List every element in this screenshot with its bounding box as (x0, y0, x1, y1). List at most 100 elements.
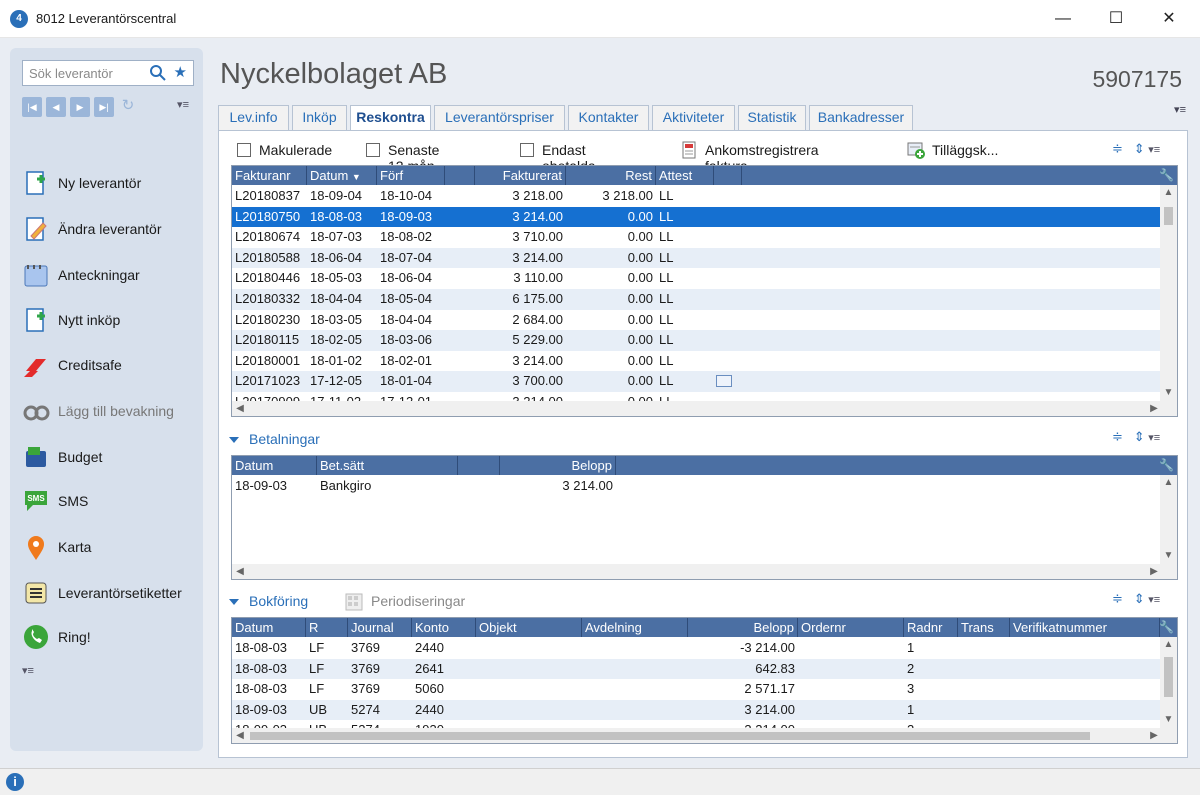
tab-bankadresser[interactable]: Bankadresser (809, 105, 913, 130)
col-trans[interactable]: Trans (958, 618, 1010, 637)
table-row[interactable]: L20171023 17-12-05 18-01-04 3 700.00 0.00 LL (232, 371, 1162, 392)
collapse-rows-icon[interactable]: ≑ (1112, 591, 1123, 606)
tab-aktiviteter[interactable]: Aktiviteter (652, 105, 735, 130)
scroll-up-arrow-icon[interactable]: ▲ (1160, 637, 1177, 653)
col-belopp[interactable]: Belopp (688, 618, 798, 637)
sidebar-item-ändra-leverantör[interactable]: Ändra leverantör (22, 212, 197, 246)
search-icon[interactable] (149, 64, 167, 82)
col-radnr[interactable]: Radnr (904, 618, 958, 637)
collapse-rows-icon[interactable]: ≑ (1112, 141, 1123, 156)
table-row[interactable]: L20180446 18-05-03 18-06-04 3 110.00 0.00 LL (232, 268, 1162, 289)
scroll-down-arrow-icon[interactable]: ▼ (1160, 712, 1177, 728)
col-r[interactable]: R (306, 618, 348, 637)
tab-inkop[interactable]: Inköp (292, 105, 347, 130)
scroll-right-arrow-icon[interactable]: ▶ (1146, 564, 1162, 579)
bokforing-section-toggle[interactable]: Bokföring (229, 593, 308, 609)
col-belopp[interactable]: Belopp (500, 456, 616, 475)
grid-settings-wrench-icon[interactable]: 🔧 (1159, 620, 1174, 634)
expand-rows-icon[interactable]: ⇕ (1134, 141, 1145, 156)
table-row[interactable]: 18-08-03 LF 3769 2641 642.83 2 (232, 658, 1162, 680)
minimize-button[interactable]: — (1040, 0, 1086, 38)
scroll-right-arrow-icon[interactable]: ▶ (1146, 728, 1162, 743)
sidebar-item-karta[interactable]: Karta (22, 530, 197, 564)
sidebar-item-anteckningar[interactable]: Anteckningar (22, 258, 197, 292)
tab-leverantorspriser[interactable]: Leverantörspriser (434, 105, 565, 130)
sidebar-item-ny-leverantör[interactable]: Ny leverantör (22, 166, 197, 200)
col-datum[interactable]: Datum (232, 456, 317, 475)
close-button[interactable]: ✕ (1146, 0, 1192, 38)
scroll-left-arrow-icon[interactable]: ◀ (232, 401, 248, 416)
sidebar-menu-icon[interactable]: ▾≡ (177, 98, 189, 111)
scroll-thumb[interactable] (250, 732, 1090, 740)
periodiseringar-icon[interactable] (345, 593, 363, 611)
last-record-icon[interactable]: ▶| (94, 97, 114, 117)
scroll-down-arrow-icon[interactable]: ▼ (1160, 548, 1177, 564)
senaste-12-man-checkbox[interactable] (366, 143, 380, 157)
col-datum[interactable]: Datum (232, 618, 306, 637)
bookkeeping-vertical-scrollbar[interactable]: ▲ ▼ (1160, 637, 1177, 728)
col-attest[interactable]: Attest (656, 166, 714, 185)
table-row[interactable]: 18-08-03 LF 3769 2440 -3 214.00 1 (232, 638, 1162, 659)
scroll-left-arrow-icon[interactable]: ◀ (232, 728, 248, 743)
sidebar-item-sms[interactable]: SMS SMS (22, 484, 197, 518)
table-row[interactable]: L20180115 18-02-05 18-03-06 5 229.00 0.00 LL (232, 330, 1162, 351)
search-input[interactable]: Sök leverantör ★ (22, 60, 194, 86)
col-konto[interactable]: Konto (412, 618, 476, 637)
col-ordernr[interactable]: Ordernr (798, 618, 904, 637)
maximize-button[interactable]: ☐ (1093, 0, 1139, 38)
periodiseringar-button[interactable]: Periodiseringar (371, 593, 465, 609)
info-icon[interactable]: i (6, 773, 24, 791)
scroll-thumb[interactable] (1164, 657, 1173, 697)
tillaggsk-button[interactable]: Tilläggsk... (932, 142, 998, 158)
table-row[interactable]: L20180837 18-09-04 18-10-04 3 218.00 3 218.0… (232, 186, 1162, 207)
grid-settings-wrench-icon[interactable]: 🔧 (1159, 458, 1174, 472)
col-bet-satt[interactable]: Bet.sätt (317, 456, 458, 475)
col-datum[interactable]: Datum ▼ (307, 166, 377, 185)
table-row[interactable]: 18-09-03 UB 5274 2440 3 214.00 1 (232, 699, 1162, 721)
grid-settings-wrench-icon[interactable]: 🔧 (1159, 168, 1174, 182)
col-fakturanr[interactable]: Fakturanr (232, 166, 307, 185)
table-row[interactable]: L20180588 18-06-04 18-07-04 3 214.00 0.00 LL (232, 247, 1162, 269)
table-row[interactable]: L20180674 18-07-03 18-08-02 3 710.00 0.00 LL (232, 227, 1162, 248)
tab-lev-info[interactable]: Lev.info (218, 105, 289, 130)
sidebar-more-icon[interactable]: ▾≡ (22, 664, 34, 677)
invoice-vertical-scrollbar[interactable]: ▲ ▼ (1160, 185, 1177, 401)
payment-vertical-scrollbar[interactable]: ▲ ▼ (1160, 475, 1177, 564)
scroll-down-arrow-icon[interactable]: ▼ (1160, 385, 1177, 401)
tab-kontakter[interactable]: Kontakter (568, 105, 649, 130)
bookkeeping-horizontal-scrollbar[interactable]: ◀ ▶ (232, 728, 1177, 743)
col-blank[interactable] (458, 456, 500, 475)
col-fakturerat[interactable]: Fakturerat (475, 166, 566, 185)
col-verifikatnummer[interactable]: Verifikatnummer (1010, 618, 1160, 637)
note-icon[interactable] (716, 375, 732, 388)
col-objekt[interactable]: Objekt (476, 618, 582, 637)
betalningar-section-toggle[interactable]: Betalningar (229, 431, 320, 447)
scroll-up-arrow-icon[interactable]: ▲ (1160, 475, 1177, 491)
scroll-right-arrow-icon[interactable]: ▶ (1146, 401, 1162, 416)
sidebar-item-lägg-till-bevakning[interactable]: Lägg till bevakning (22, 394, 197, 428)
sidebar-item-leverantörsetiketter[interactable]: Leverantörsetiketter (22, 576, 197, 610)
collapse-rows-icon[interactable]: ≑ (1112, 429, 1123, 444)
payment-horizontal-scrollbar[interactable]: ◀ ▶ (232, 564, 1177, 579)
tab-reskontra[interactable]: Reskontra (350, 105, 431, 131)
expand-rows-icon[interactable]: ⇕ (1134, 591, 1145, 606)
panel-menu-icon[interactable]: ▾≡ (1148, 594, 1160, 606)
panel-menu-icon[interactable]: ▾≡ (1148, 144, 1160, 156)
table-row[interactable]: L20180001 18-01-02 18-02-01 3 214.00 0.00 LL (232, 351, 1162, 372)
sidebar-item-creditsafe[interactable]: Creditsafe (22, 348, 197, 382)
sidebar-item-nytt-inköp[interactable]: Nytt inköp (22, 303, 197, 337)
invoice-register-icon[interactable] (680, 141, 698, 159)
col-note[interactable] (714, 166, 742, 185)
scroll-left-arrow-icon[interactable]: ◀ (232, 564, 248, 579)
tab-statistik[interactable]: Statistik (738, 105, 806, 130)
favorite-star-icon[interactable]: ★ (174, 63, 187, 81)
add-info-icon[interactable] (907, 141, 925, 159)
scroll-thumb[interactable] (1164, 207, 1173, 225)
col-avdelning[interactable]: Avdelning (582, 618, 688, 637)
expand-rows-icon[interactable]: ⇕ (1134, 429, 1145, 444)
invoice-horizontal-scrollbar[interactable]: ◀ ▶ (232, 401, 1177, 416)
table-row[interactable]: 18-08-03 LF 3769 5060 2 571.17 3 (232, 679, 1162, 700)
first-record-icon[interactable]: |◀ (22, 97, 42, 117)
table-row[interactable]: L20180230 18-03-05 18-04-04 2 684.00 0.00 LL (232, 310, 1162, 331)
previous-record-icon[interactable]: ◀ (46, 97, 66, 117)
